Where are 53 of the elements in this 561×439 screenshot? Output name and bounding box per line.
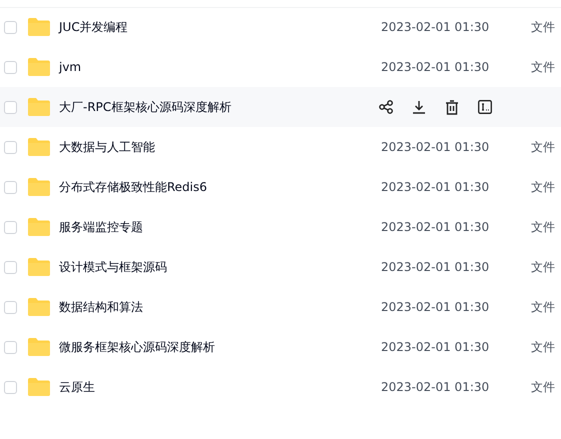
modified-date: 2023-02-01 01:30 xyxy=(381,20,490,34)
rename-icon[interactable] xyxy=(478,100,492,114)
share-icon[interactable] xyxy=(379,100,393,114)
file-name[interactable]: 大数据与人工智能 xyxy=(59,138,381,156)
file-type: 文件 xyxy=(531,338,555,356)
checkbox[interactable] xyxy=(4,100,17,114)
file-name[interactable]: 分布式存储极致性能Redis6 xyxy=(59,178,381,196)
file-row[interactable]: 大厂-RPC框架核心源码深度解析 xyxy=(0,87,561,127)
checkbox[interactable] xyxy=(4,180,17,194)
file-name[interactable]: 微服务框架核心源码深度解析 xyxy=(59,338,381,356)
checkbox[interactable] xyxy=(4,340,17,354)
folder-icon xyxy=(28,98,50,116)
file-type: 文件 xyxy=(531,258,555,276)
checkbox[interactable] xyxy=(4,20,17,34)
file-type: 文件 xyxy=(531,218,555,236)
file-type: 文件 xyxy=(531,378,555,396)
modified-date: 2023-02-01 01:30 xyxy=(381,300,490,314)
folder-icon xyxy=(28,178,50,196)
modified-date: 2023-02-01 01:30 xyxy=(381,180,490,194)
modified-date: 2023-02-01 01:30 xyxy=(381,380,490,394)
file-name[interactable]: 云原生 xyxy=(59,378,381,396)
delete-icon[interactable] xyxy=(445,100,459,114)
file-name[interactable]: 数据结构和算法 xyxy=(59,298,381,316)
modified-date: 2023-02-01 01:30 xyxy=(381,60,490,74)
folder-icon xyxy=(28,58,50,76)
file-type: 文件 xyxy=(531,18,555,36)
modified-date: 2023-02-01 01:30 xyxy=(381,220,490,234)
modified-date: 2023-02-01 01:30 xyxy=(381,260,490,274)
file-type: 文件 xyxy=(531,58,555,76)
file-type: 文件 xyxy=(531,138,555,156)
file-name[interactable]: JUC并发编程 xyxy=(59,18,381,36)
modified-date: 2023-02-01 01:30 xyxy=(381,340,490,354)
download-icon[interactable] xyxy=(412,100,426,114)
folder-icon xyxy=(28,338,50,356)
file-name[interactable]: 设计模式与框架源码 xyxy=(59,258,381,276)
folder-icon xyxy=(28,378,50,396)
file-type: 文件 xyxy=(531,298,555,316)
file-name[interactable]: 服务端监控专题 xyxy=(59,218,381,236)
folder-icon xyxy=(28,218,50,236)
checkbox[interactable] xyxy=(4,140,17,154)
checkbox[interactable] xyxy=(4,60,17,74)
file-name[interactable]: 大厂-RPC框架核心源码深度解析 xyxy=(59,98,381,116)
folder-icon xyxy=(28,298,50,316)
checkbox[interactable] xyxy=(4,260,17,274)
checkbox[interactable] xyxy=(4,300,17,314)
folder-icon xyxy=(28,138,50,156)
modified-date: 2023-02-01 01:30 xyxy=(381,140,490,154)
folder-icon xyxy=(28,18,50,36)
file-name[interactable]: jvm xyxy=(59,60,381,74)
file-type: 文件 xyxy=(531,178,555,196)
checkbox[interactable] xyxy=(4,380,17,394)
folder-icon xyxy=(28,258,50,276)
checkbox[interactable] xyxy=(4,220,17,234)
